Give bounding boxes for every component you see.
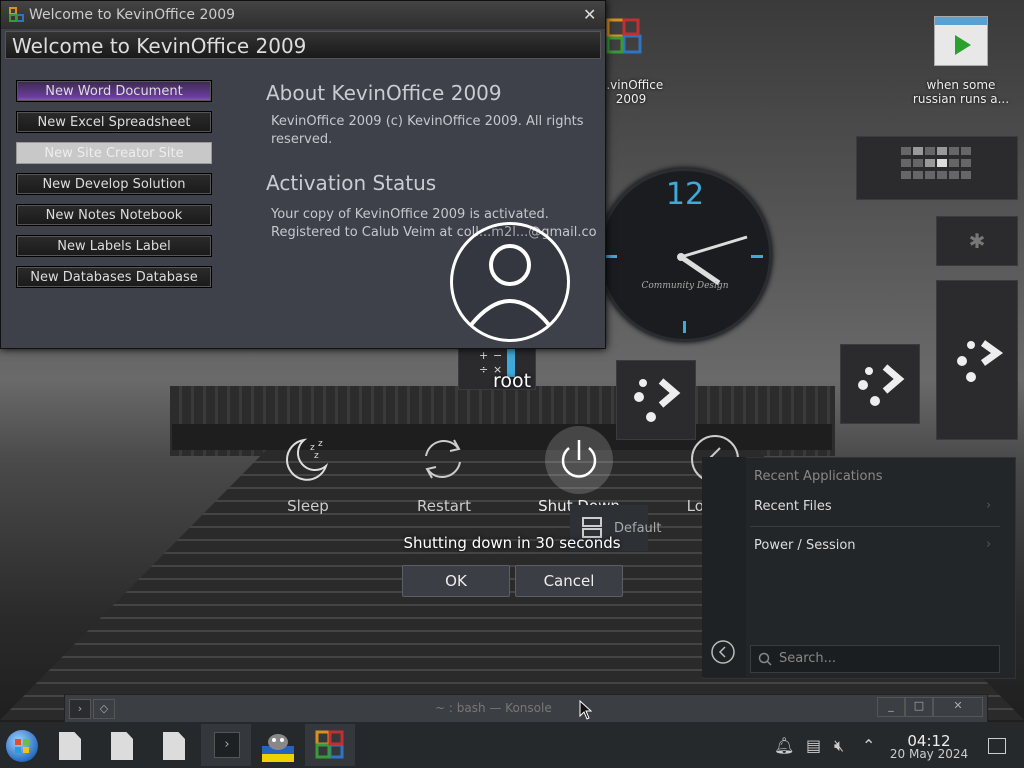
file-icon[interactable] [111, 732, 133, 760]
clock-brand: Community Design [641, 281, 729, 291]
new-labels-label-button[interactable]: New Labels Label [16, 235, 212, 257]
menu-power-session[interactable]: Power / Session [754, 538, 856, 553]
close-icon[interactable]: ✕ [933, 697, 983, 717]
file-icon[interactable] [59, 732, 81, 760]
video-desktop-label: when some russian runs a... [912, 78, 1010, 106]
terminal-icon: › [214, 732, 240, 758]
cancel-button[interactable]: Cancel [515, 565, 623, 597]
gimp-icon [262, 734, 294, 762]
konsole-title: ~ : bash — Konsole [435, 701, 552, 715]
search-icon [758, 652, 772, 666]
arrow-widget-small[interactable] [840, 344, 920, 424]
konsole-app-icon: › [69, 699, 91, 719]
menu-back-button[interactable] [711, 640, 735, 664]
menu-recent-files[interactable]: Recent Files [754, 499, 832, 514]
menu-recent-applications[interactable]: Recent Applications [754, 469, 882, 484]
chevron-right-icon: › [986, 498, 992, 513]
chevron-up-icon[interactable]: ⌃ [862, 736, 875, 755]
maximize-icon[interactable]: □ [905, 697, 933, 717]
window-title: Welcome to KevinOffice 2009 [29, 7, 236, 23]
notification-bell-icon[interactable]: 🔔︎ [774, 736, 794, 755]
shutdown-button[interactable] [545, 426, 613, 494]
arrow-widget-center[interactable] [616, 360, 696, 440]
user-avatar [450, 222, 570, 342]
clock-date[interactable]: 20 May 2024 [884, 747, 974, 761]
konsole-window[interactable]: › ◇ ~ : bash — Konsole _ □ ✕ [64, 694, 988, 724]
start-menu-button[interactable] [6, 730, 38, 762]
video-desktop-icon[interactable] [934, 16, 988, 66]
bluetooth-widget[interactable]: ✱ [936, 216, 1018, 266]
sleep-button[interactable]: zzz [282, 434, 332, 484]
taskbar-kevinoffice[interactable] [305, 724, 355, 766]
restart-icon [425, 439, 461, 479]
svg-text:z: z [314, 451, 319, 461]
bluetooth-icon: ✱ [968, 229, 986, 253]
window-heading: Welcome to KevinOffice 2009 [5, 31, 601, 59]
ok-button[interactable]: OK [402, 565, 510, 597]
play-icon [935, 17, 987, 55]
back-icon [711, 640, 735, 664]
new-excel-spreadsheet-button[interactable]: New Excel Spreadsheet [16, 111, 212, 133]
svg-text:z: z [318, 439, 323, 449]
about-text: KevinOffice 2009 (c) KevinOffice 2009. A… [271, 114, 584, 147]
close-icon[interactable]: ✕ [583, 5, 596, 24]
clipboard-icon[interactable]: ▤ [806, 736, 821, 755]
countdown-text: Shutting down in 30 seconds [403, 534, 621, 552]
show-desktop-icon[interactable] [988, 738, 1006, 754]
svg-text:−: − [493, 349, 502, 362]
new-word-document-button[interactable]: New Word Document [16, 80, 212, 102]
restart-button[interactable] [418, 434, 468, 484]
share-arrow-icon [957, 340, 1004, 382]
office-desktop-label: ...vinOffice 2009 [598, 78, 664, 106]
file-icon[interactable] [163, 732, 185, 760]
windows-logo-icon [15, 739, 29, 753]
chevron-right-icon: › [986, 537, 992, 552]
user-icon [469, 244, 551, 327]
office-logo-icon [315, 730, 344, 759]
share-arrow-icon [634, 378, 681, 422]
new-databases-database-button[interactable]: New Databases Database [16, 266, 212, 288]
menu-divider [750, 526, 1000, 527]
taskbar-gimp[interactable] [262, 730, 294, 762]
pin-icon[interactable]: ◇ [93, 699, 115, 719]
menu-search-input[interactable]: Search... [750, 645, 1000, 673]
sleep-label: Sleep [287, 497, 329, 515]
taskbar-konsole[interactable]: › [201, 724, 251, 766]
calendar-widget[interactable] [856, 136, 1018, 200]
power-icon [561, 440, 597, 478]
calendar-grid-icon [901, 147, 971, 179]
mouse-cursor-icon [579, 700, 593, 720]
new-develop-solution-button[interactable]: New Develop Solution [16, 173, 212, 195]
about-title: About KevinOffice 2009 [266, 81, 502, 105]
office-logo-icon [606, 18, 642, 54]
username: root [492, 370, 532, 392]
activation-title: Activation Status [266, 171, 437, 195]
arrow-widget-tall[interactable] [936, 280, 1018, 440]
sleep-icon: z zz [286, 438, 329, 481]
minimize-icon[interactable]: _ [877, 697, 905, 717]
window-titlebar[interactable]: Welcome to KevinOffice 2009 ✕ [1, 1, 605, 29]
office-desktop-icon[interactable] [604, 18, 644, 60]
clock-hands-icon [677, 235, 748, 286]
new-notes-notebook-button[interactable]: New Notes Notebook [16, 204, 212, 226]
office-logo-icon [9, 7, 24, 22]
analog-clock: 12 Community Design [598, 168, 772, 342]
new-site-creator-button[interactable]: New Site Creator Site [16, 142, 212, 164]
share-arrow-icon [858, 364, 905, 406]
svg-text:+: + [479, 349, 488, 362]
restart-label: Restart [417, 497, 471, 515]
volume-muted-icon[interactable]: 🔇︎ [834, 736, 844, 756]
